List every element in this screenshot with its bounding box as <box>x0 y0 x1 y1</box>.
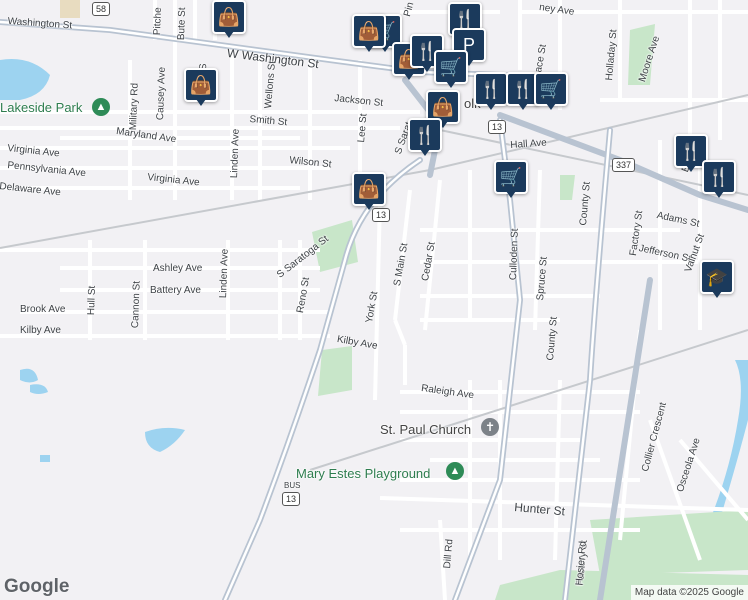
restaurant-icon[interactable]: 🍴 <box>702 160 736 198</box>
street-label: Kilby Ave <box>20 325 61 336</box>
shopping-cart-icon[interactable]: 🛒 <box>534 72 568 110</box>
water-lake <box>0 59 50 100</box>
route-shield-58: 58 <box>92 2 111 16</box>
water-pond <box>145 427 185 452</box>
street-label: Linden Ave <box>218 248 231 299</box>
route-shield-bus-13: 13 <box>282 492 301 506</box>
restaurant-icon[interactable]: 🍴 <box>408 118 442 156</box>
route-shield-337: 337 <box>612 158 636 172</box>
water-pond-small-2 <box>30 384 48 394</box>
street-label: Pitche <box>152 7 164 36</box>
school-icon[interactable]: 🎓 <box>700 260 734 298</box>
church-icon[interactable]: ✝ <box>481 418 499 436</box>
street-label: Battery Ave <box>150 285 201 296</box>
restaurant-icon[interactable]: 🍴 <box>474 72 508 110</box>
street-label: Causey Ave <box>155 66 168 121</box>
shopping-bag-icon[interactable]: 👜 <box>212 0 246 38</box>
shopping-cart-icon[interactable]: 🛒 <box>494 160 528 198</box>
water-pond-tiny <box>40 455 50 462</box>
park-icon[interactable]: ▲ <box>92 98 110 116</box>
street-label: Bute St <box>176 7 189 41</box>
park-area-4 <box>560 175 575 200</box>
park-icon[interactable]: ▲ <box>446 462 464 480</box>
sand-area <box>60 0 80 18</box>
street-label: Cannon St <box>130 280 143 329</box>
street-label: Culloden St <box>508 228 521 281</box>
bus-route-label: BUS <box>284 481 301 490</box>
shopping-cart-icon[interactable]: 🛒 <box>434 50 468 88</box>
route-shield-13: 13 <box>488 120 507 134</box>
place-label-mary-estes-playground[interactable]: Mary Estes Playground <box>296 466 430 481</box>
street-label: Ashley Ave <box>153 263 203 274</box>
street-label: Military Rd <box>128 82 141 131</box>
shopping-bag-icon[interactable]: 👜 <box>352 172 386 210</box>
place-label-st-paul-church[interactable]: St. Paul Church <box>380 422 471 437</box>
shopping-bag-icon[interactable]: 👜 <box>352 14 386 52</box>
google-logo: Google <box>4 576 70 597</box>
shopping-bag-icon[interactable]: 👜 <box>184 68 218 106</box>
park-area-2 <box>318 346 352 396</box>
street-label: Brook Ave <box>20 304 66 315</box>
map-attribution[interactable]: Map data ©2025 Google <box>630 585 748 600</box>
street-label: Linden Ave <box>229 128 242 179</box>
route-shield-13: 13 <box>372 208 391 222</box>
map-canvas[interactable]: Washington St W Washington St Jackson St… <box>0 0 748 600</box>
place-label-lakeside-park[interactable]: Lakeside Park <box>0 100 82 115</box>
water-pond-small <box>20 368 38 383</box>
street-label: Hull St <box>86 285 99 316</box>
